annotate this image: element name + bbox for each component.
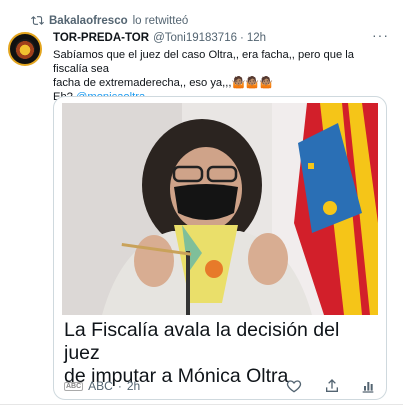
tweet-text-line-1: Sabíamos que el juez del caso Oltra,, er…: [53, 49, 354, 75]
card-title-line-1: La Fiscalía avala la decisión del juez: [64, 319, 340, 364]
card-photo: [62, 103, 378, 315]
source-name: ABC: [88, 379, 113, 393]
avatar[interactable]: [8, 32, 42, 66]
card-source: ABC ABC · 2h: [64, 379, 140, 393]
card-age: 2h: [126, 379, 141, 393]
user-handle[interactable]: @Toni19183716: [153, 32, 237, 44]
retweeter-name[interactable]: Bakalaofresco: [49, 15, 128, 27]
tweet-header: TOR-PREDA-TOR @Toni19183716 · 12h: [53, 32, 266, 44]
tweet-text-line-2: facha de extremaderecha,, eso ya,,,🤷🏽🤷🏽🤷…: [53, 77, 274, 89]
card-image[interactable]: [62, 103, 378, 315]
display-name[interactable]: TOR-PREDA-TOR: [53, 32, 149, 44]
separator-dot: ·: [117, 379, 122, 393]
stats-icon[interactable]: [360, 378, 376, 394]
share-icon[interactable]: [324, 378, 340, 394]
retweet-icon: [31, 16, 44, 25]
like-icon[interactable]: [286, 378, 302, 394]
more-icon[interactable]: ···: [372, 27, 389, 43]
abc-logo-icon: ABC: [64, 381, 84, 391]
separator-dot: ·: [240, 32, 244, 44]
link-card[interactable]: La Fiscalía avala la decisión del juez d…: [53, 96, 387, 400]
retweet-suffix: lo retwitteó: [132, 14, 189, 27]
retweet-context: Bakalaofresco lo retwitteó: [31, 14, 188, 27]
tweet-time[interactable]: 12h: [247, 32, 266, 44]
divider: [0, 404, 403, 405]
